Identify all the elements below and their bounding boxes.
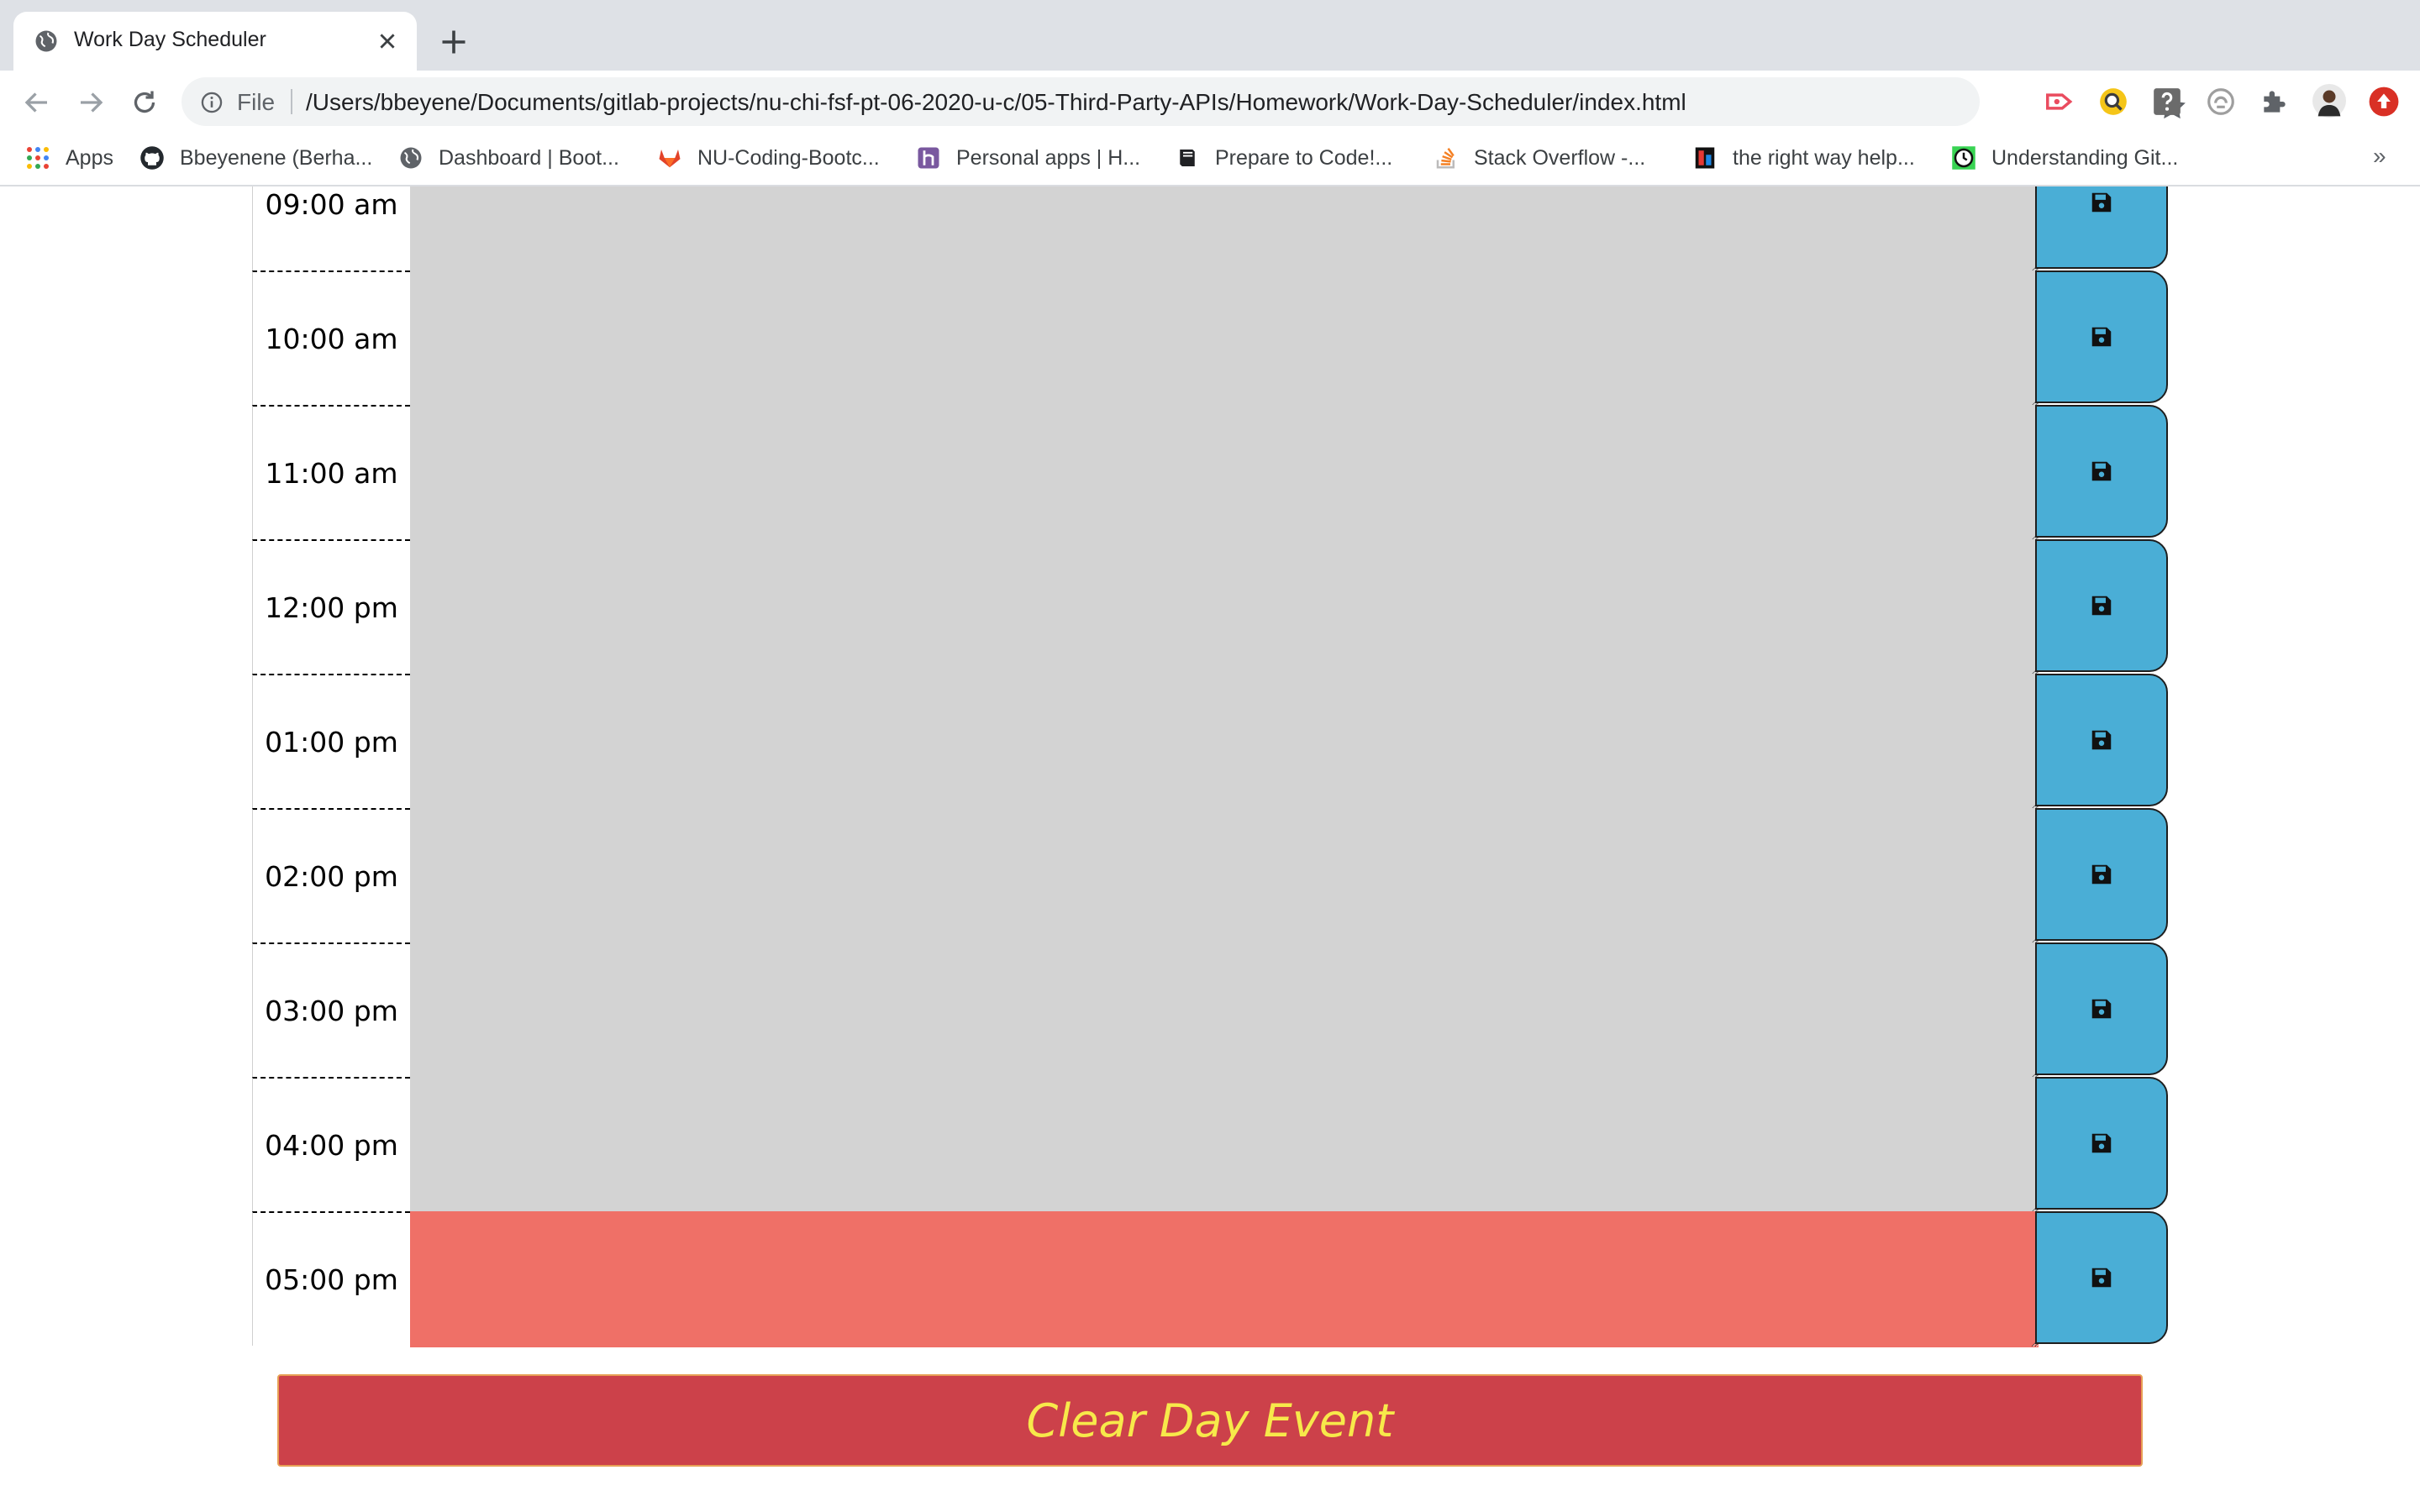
- event-description-input[interactable]: [410, 539, 2039, 677]
- clear-day-button[interactable]: Clear Day Event: [277, 1374, 2143, 1467]
- event-description-input[interactable]: [410, 270, 2039, 408]
- tab-work-day-scheduler[interactable]: Work Day Scheduler: [13, 12, 417, 71]
- close-icon[interactable]: [376, 30, 398, 52]
- event-description-input[interactable]: [410, 1077, 2039, 1215]
- time-block-row: 03:00 pm: [252, 942, 2168, 1080]
- book-icon: [1180, 150, 1195, 166]
- profile-avatar[interactable]: [2312, 84, 2346, 118]
- gitlab-icon: [659, 150, 681, 168]
- save-button[interactable]: [2035, 1211, 2168, 1344]
- bookmark-stackoverflow[interactable]: Stack Overflow -...: [1434, 141, 1645, 175]
- globe-icon: [400, 147, 422, 169]
- time-block-row: 02:00 pm: [252, 808, 2168, 946]
- github-icon: [140, 146, 164, 170]
- bookmark-prepare-to-code[interactable]: Prepare to Code!...: [1175, 141, 1392, 175]
- new-tab-icon[interactable]: [439, 27, 469, 57]
- bookmark-dashboard[interactable]: Dashboard | Boot...: [398, 141, 619, 175]
- address-bar[interactable]: File /Users/bbeyene/Documents/gitlab-pro…: [182, 77, 2186, 126]
- hour-label: 11:00 am: [252, 405, 410, 539]
- bookmarks-bar: Apps Bbeyenene (Berha... Dashboard | Boo…: [0, 133, 2420, 186]
- save-button[interactable]: [2035, 270, 2168, 403]
- extensions-puzzle-icon[interactable]: [2259, 86, 2291, 118]
- hour-label: 09:00 am: [252, 186, 410, 270]
- url-text[interactable]: /Users/bbeyene/Documents/gitlab-projects…: [306, 89, 1686, 116]
- bookmark-label: Bbeyenene (Berha...: [180, 145, 373, 170]
- help-extension-icon[interactable]: [2151, 86, 2183, 118]
- save-button[interactable]: [2035, 539, 2168, 672]
- clock-icon: [1952, 146, 1975, 170]
- time-block-row: 01:00 pm: [252, 674, 2168, 811]
- bookmark-github[interactable]: Bbeyenene (Berha...: [139, 141, 372, 175]
- bookmark-label: Apps: [66, 145, 113, 170]
- save-floppy-icon: [2091, 1268, 2112, 1288]
- bookmark-understanding-git[interactable]: Understanding Git...: [1951, 141, 2178, 175]
- update-icon[interactable]: [2368, 86, 2400, 118]
- scheme-label: File: [237, 89, 276, 115]
- forward-arrow-icon[interactable]: [76, 87, 106, 118]
- event-description-input[interactable]: [410, 1211, 2039, 1349]
- info-icon[interactable]: [200, 91, 224, 114]
- save-floppy-icon: [2091, 730, 2112, 750]
- event-description-input[interactable]: [410, 405, 2039, 543]
- sync-extension-icon[interactable]: [2205, 86, 2237, 118]
- hour-label: 05:00 pm: [252, 1211, 410, 1346]
- bookmark-label: Prepare to Code!...: [1215, 145, 1393, 170]
- save-floppy-icon: [2091, 999, 2112, 1019]
- save-floppy-icon: [2091, 461, 2112, 481]
- search-extension-icon[interactable]: [2097, 86, 2129, 118]
- time-block-row: 04:00 pm: [252, 1077, 2168, 1215]
- hour-label: 04:00 pm: [252, 1077, 410, 1211]
- bookmarks-overflow-chevron-icon[interactable]: »: [2373, 143, 2386, 170]
- event-description-input[interactable]: [410, 674, 2039, 811]
- bookmark-label: Dashboard | Boot...: [439, 145, 619, 170]
- event-description-input[interactable]: [410, 808, 2039, 946]
- hour-label: 12:00 pm: [252, 539, 410, 674]
- bookmark-right-way-help[interactable]: the right way help...: [1692, 141, 1915, 175]
- reload-icon[interactable]: [129, 87, 160, 118]
- save-button[interactable]: [2035, 1077, 2168, 1210]
- save-button[interactable]: [2035, 186, 2168, 269]
- globe-icon: [35, 30, 57, 52]
- bookmark-apps[interactable]: Apps: [25, 141, 113, 175]
- time-block-row: 10:00 am: [252, 270, 2168, 408]
- event-description-input[interactable]: [410, 186, 2039, 274]
- bookmark-label: NU-Coding-Bootc...: [697, 145, 880, 170]
- hour-label: 01:00 pm: [252, 674, 410, 808]
- heroku-icon: [918, 147, 939, 169]
- back-arrow-icon[interactable]: [22, 87, 52, 118]
- bookmark-icon: [1695, 147, 1715, 169]
- time-block-row: 12:00 pm: [252, 539, 2168, 677]
- save-floppy-icon: [2091, 1133, 2112, 1153]
- save-button[interactable]: [2035, 405, 2168, 538]
- tab-title: Work Day Scheduler: [74, 28, 266, 51]
- save-button[interactable]: [2035, 674, 2168, 806]
- save-floppy-icon: [2091, 192, 2112, 213]
- video-extension-icon[interactable]: [2044, 86, 2075, 118]
- hour-label: 10:00 am: [252, 270, 410, 405]
- save-button[interactable]: [2035, 942, 2168, 1075]
- browser-toolbar: File /Users/bbeyene/Documents/gitlab-pro…: [0, 71, 2420, 133]
- event-description-input[interactable]: [410, 942, 2039, 1080]
- bookmark-label: the right way help...: [1733, 145, 1915, 170]
- time-block-row: 11:00 am: [252, 405, 2168, 543]
- time-block-row: 09:00 am: [252, 186, 2168, 274]
- tab-strip: Work Day Scheduler: [0, 0, 2420, 71]
- address-separator: [291, 89, 292, 114]
- bookmark-label: Stack Overflow -...: [1474, 145, 1646, 170]
- hour-label: 03:00 pm: [252, 942, 410, 1077]
- stackoverflow-icon: [1436, 148, 1455, 169]
- bookmark-label: Personal apps | H...: [956, 145, 1141, 170]
- apps-grid-icon: [27, 147, 49, 169]
- save-floppy-icon: [2091, 596, 2112, 616]
- bookmark-label: Understanding Git...: [1991, 145, 2179, 170]
- hour-label: 02:00 pm: [252, 808, 410, 942]
- time-block-row: 05:00 pm: [252, 1211, 2168, 1349]
- page-viewport: 09:00 am 10:00 am 11:00 am 12:00 pm 01:00 pm…: [0, 186, 2420, 1512]
- save-button[interactable]: [2035, 808, 2168, 941]
- bookmark-heroku[interactable]: Personal apps | H...: [916, 141, 1140, 175]
- bookmark-gitlab[interactable]: NU-Coding-Bootc...: [657, 141, 880, 175]
- save-floppy-icon: [2091, 864, 2112, 885]
- save-floppy-icon: [2091, 327, 2112, 347]
